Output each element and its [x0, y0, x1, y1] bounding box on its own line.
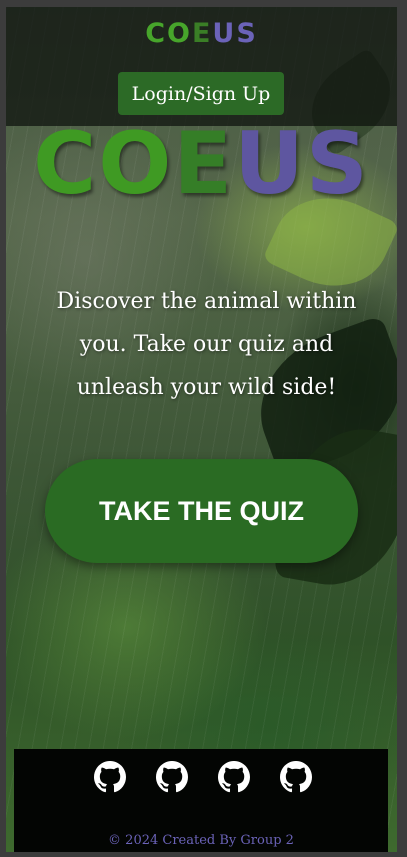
take-quiz-button[interactable]: TAKE THE QUIZ	[45, 459, 358, 563]
hero-tagline: Discover the animal within you. Take our…	[56, 289, 357, 400]
logo-part-e: E	[191, 18, 213, 49]
site-footer: © 2024 Created By Group 2	[14, 749, 388, 852]
hero-logo-part-us: US	[234, 114, 370, 214]
github-icon[interactable]	[218, 761, 250, 793]
header-logo[interactable]: COEUS	[6, 18, 397, 49]
social-links	[94, 761, 312, 793]
hero-logo-part-co: CO	[33, 114, 174, 214]
hero-logo-part-e: E	[173, 114, 235, 214]
hero-logo: COEUS	[6, 121, 397, 207]
site-header: COEUS Login/Sign Up	[6, 7, 397, 126]
logo-part-co: CO	[145, 18, 192, 49]
app-viewport: COEUS Login/Sign Up COEUS Discover the a…	[6, 7, 397, 852]
login-signup-button[interactable]: Login/Sign Up	[118, 72, 284, 115]
github-icon[interactable]	[280, 761, 312, 793]
github-icon[interactable]	[94, 761, 126, 793]
copyright-text: © 2024 Created By Group 2	[108, 833, 294, 848]
github-icon[interactable]	[156, 761, 188, 793]
logo-part-us: US	[212, 18, 258, 49]
